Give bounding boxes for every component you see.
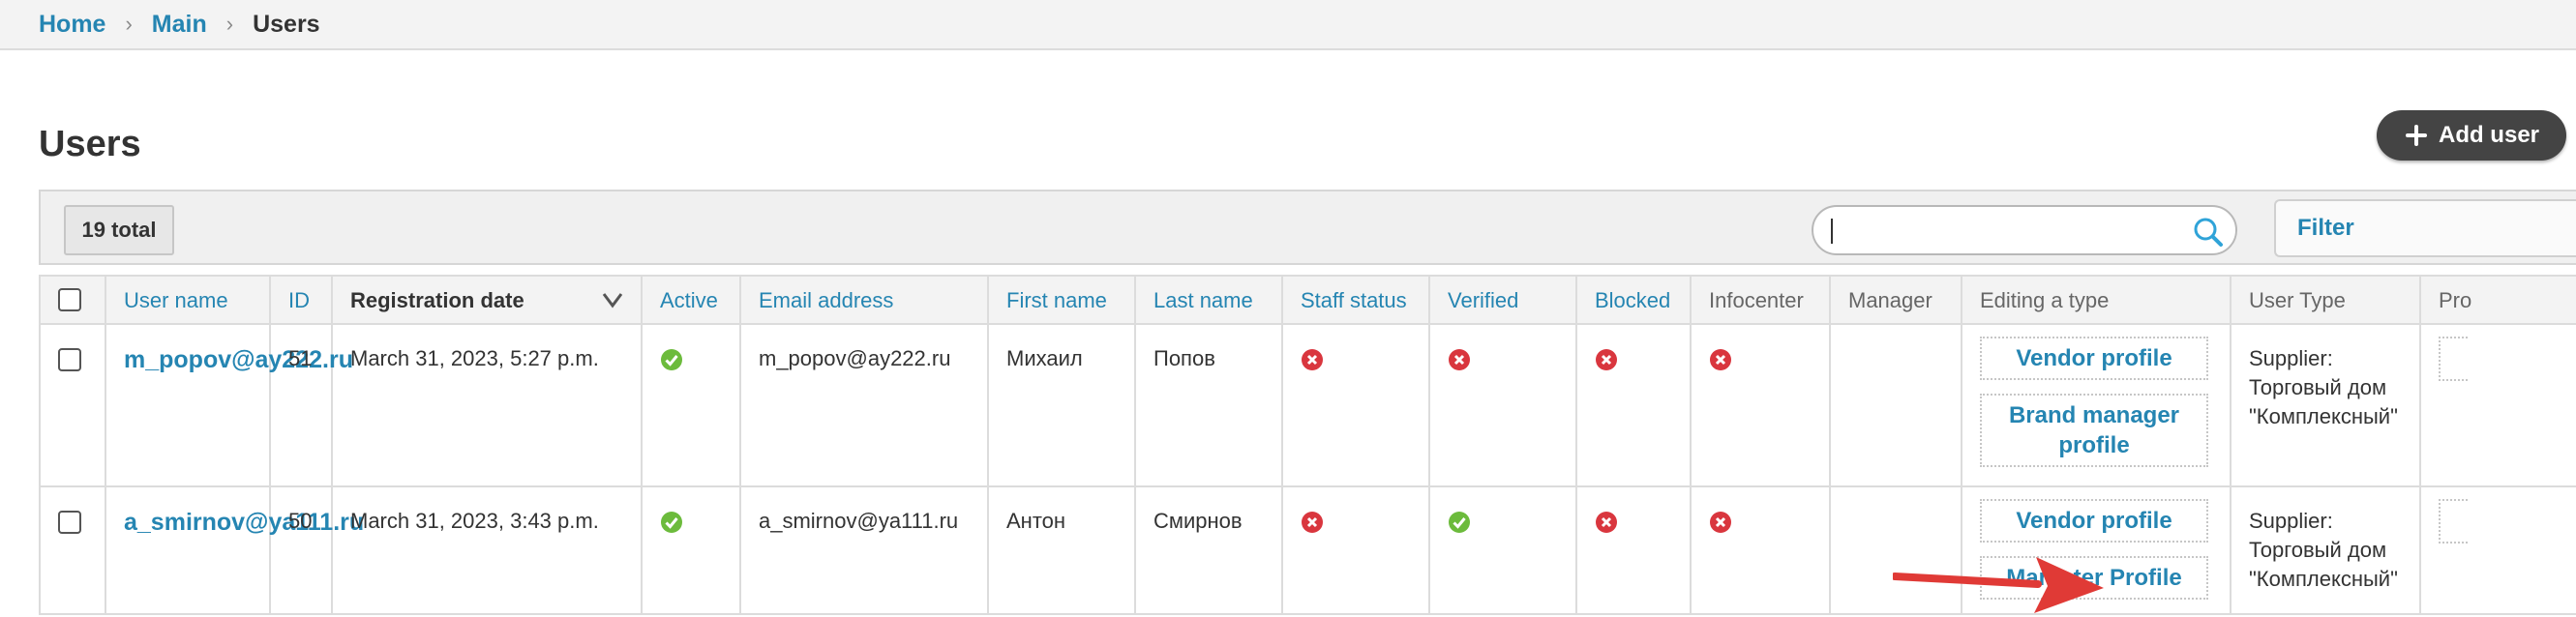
x-circle-icon <box>1596 512 1617 533</box>
table-row: a_smirnov@ya111.ru 50 March 31, 2023, 3:… <box>39 485 2576 615</box>
add-user-button[interactable]: Add user <box>2377 110 2566 161</box>
changelist-toolbar: 19 total Filter <box>39 190 2576 265</box>
registration-date-cell: March 31, 2023, 5:27 p.m. <box>331 323 643 487</box>
profile-cell <box>2419 323 2576 487</box>
user-type-line: Supplier: <box>2249 346 2333 370</box>
brand-manager-profile-button[interactable]: Brand manager profile <box>1980 394 2208 467</box>
column-header-registration-date[interactable]: Registration date <box>331 275 643 325</box>
user-type-text: Supplier: Торговый дом "Комплексный" <box>2249 344 2402 431</box>
breadcrumb-separator-icon: › <box>125 12 133 36</box>
plus-icon <box>2404 123 2429 148</box>
last-name-cell: Попов <box>1134 323 1283 487</box>
column-header-editing-type: Editing a type <box>1961 275 2232 325</box>
column-header-email[interactable]: Email address <box>739 275 989 325</box>
column-header-username[interactable]: User name <box>105 275 271 325</box>
column-header-registration-date-label: Registration date <box>350 288 524 312</box>
x-circle-icon <box>1710 512 1731 533</box>
user-type-line: "Комплексный" <box>2249 404 2398 428</box>
search-input[interactable] <box>1812 205 2237 255</box>
x-circle-icon <box>1596 349 1617 370</box>
username-cell: a_smirnov@ya111.ru <box>105 485 364 615</box>
user-type-line: Supplier: <box>2249 509 2333 533</box>
registration-date-cell: March 31, 2023, 3:43 p.m. <box>331 485 643 615</box>
column-header-staff-status[interactable]: Staff status <box>1281 275 1430 325</box>
select-all-checkbox[interactable] <box>58 288 81 311</box>
id-cell: 50 <box>269 485 333 615</box>
user-type-cell: Supplier: Торговый дом "Комплексный" <box>2230 485 2421 615</box>
column-header-infocenter: Infocenter <box>1690 275 1831 325</box>
vendor-profile-button[interactable]: Vendor profile <box>1980 499 2208 543</box>
active-cell <box>641 323 741 487</box>
search-icon[interactable] <box>2193 217 2224 248</box>
editing-type-cell: Vendor profile Brand manager profile <box>1961 323 2232 487</box>
check-circle-icon <box>661 349 682 370</box>
breadcrumb-home-link[interactable]: Home <box>39 11 105 39</box>
blocked-cell <box>1575 323 1692 487</box>
active-cell <box>641 485 741 615</box>
x-circle-icon <box>1449 349 1470 370</box>
select-all-header <box>39 275 106 325</box>
breadcrumb: Home › Main › Users <box>0 0 2576 50</box>
add-user-label: Add user <box>2438 122 2539 148</box>
check-circle-icon <box>661 512 682 533</box>
row-checkbox[interactable] <box>58 511 81 534</box>
profile-button[interactable] <box>2439 337 2468 381</box>
vendor-profile-button[interactable]: Vendor profile <box>1980 337 2208 380</box>
table-header-row: User name ID Registration date Active Em… <box>39 275 2576 325</box>
username-link[interactable]: m_popov@ay222.ru <box>124 346 353 373</box>
x-circle-icon <box>1302 349 1323 370</box>
column-header-last-name[interactable]: Last name <box>1134 275 1283 325</box>
verified-cell <box>1428 323 1577 487</box>
username-cell: m_popov@ay222.ru <box>105 323 353 487</box>
user-type-line: Торговый дом <box>2249 538 2387 562</box>
column-header-manager: Manager <box>1829 275 1962 325</box>
filter-panel-header[interactable]: Filter <box>2274 199 2576 257</box>
profile-cell <box>2419 485 2576 615</box>
text-cursor <box>1831 219 1833 244</box>
total-count-button[interactable]: 19 total <box>64 205 174 255</box>
chevron-down-icon[interactable] <box>602 290 623 309</box>
users-table: User name ID Registration date Active Em… <box>39 275 2576 615</box>
column-header-profile: Pro <box>2419 275 2576 325</box>
page-title: Users <box>39 124 141 164</box>
check-circle-icon <box>1449 512 1470 533</box>
infocenter-cell <box>1690 323 1831 487</box>
breadcrumb-current: Users <box>253 10 320 38</box>
user-type-line: Торговый дом <box>2249 375 2387 399</box>
staff-status-cell <box>1281 323 1430 487</box>
row-select-cell <box>39 323 106 487</box>
user-type-text: Supplier: Торговый дом "Комплексный" <box>2249 507 2402 594</box>
email-cell: m_popov@ay222.ru <box>739 323 989 487</box>
breadcrumb-main-link[interactable]: Main <box>152 11 207 39</box>
user-type-line: "Комплексный" <box>2249 567 2398 591</box>
row-checkbox[interactable] <box>58 348 81 371</box>
manager-cell <box>1829 323 1962 487</box>
first-name-cell: Михаил <box>987 323 1136 487</box>
breadcrumb-separator-icon: › <box>225 12 234 36</box>
x-circle-icon <box>1302 512 1323 533</box>
column-header-active[interactable]: Active <box>641 275 741 325</box>
column-header-verified[interactable]: Verified <box>1428 275 1577 325</box>
profile-button[interactable] <box>2439 499 2468 544</box>
email-cell: a_smirnov@ya111.ru <box>739 485 989 615</box>
table-row: m_popov@ay222.ru 51 March 31, 2023, 5:27… <box>39 323 2576 487</box>
column-header-first-name[interactable]: First name <box>987 275 1136 325</box>
column-header-id[interactable]: ID <box>269 275 333 325</box>
x-circle-icon <box>1710 349 1731 370</box>
infocenter-cell <box>1690 485 1831 615</box>
column-header-user-type: User Type <box>2230 275 2421 325</box>
column-header-blocked[interactable]: Blocked <box>1575 275 1692 325</box>
last-name-cell: Смирнов <box>1134 485 1283 615</box>
user-type-cell: Supplier: Торговый дом "Комплексный" <box>2230 323 2421 487</box>
verified-cell <box>1428 485 1577 615</box>
first-name-cell: Антон <box>987 485 1136 615</box>
blocked-cell <box>1575 485 1692 615</box>
row-select-cell <box>39 485 106 615</box>
red-arrow-icon <box>1893 557 2104 613</box>
username-link[interactable]: a_smirnov@ya111.ru <box>124 509 364 536</box>
staff-status-cell <box>1281 485 1430 615</box>
